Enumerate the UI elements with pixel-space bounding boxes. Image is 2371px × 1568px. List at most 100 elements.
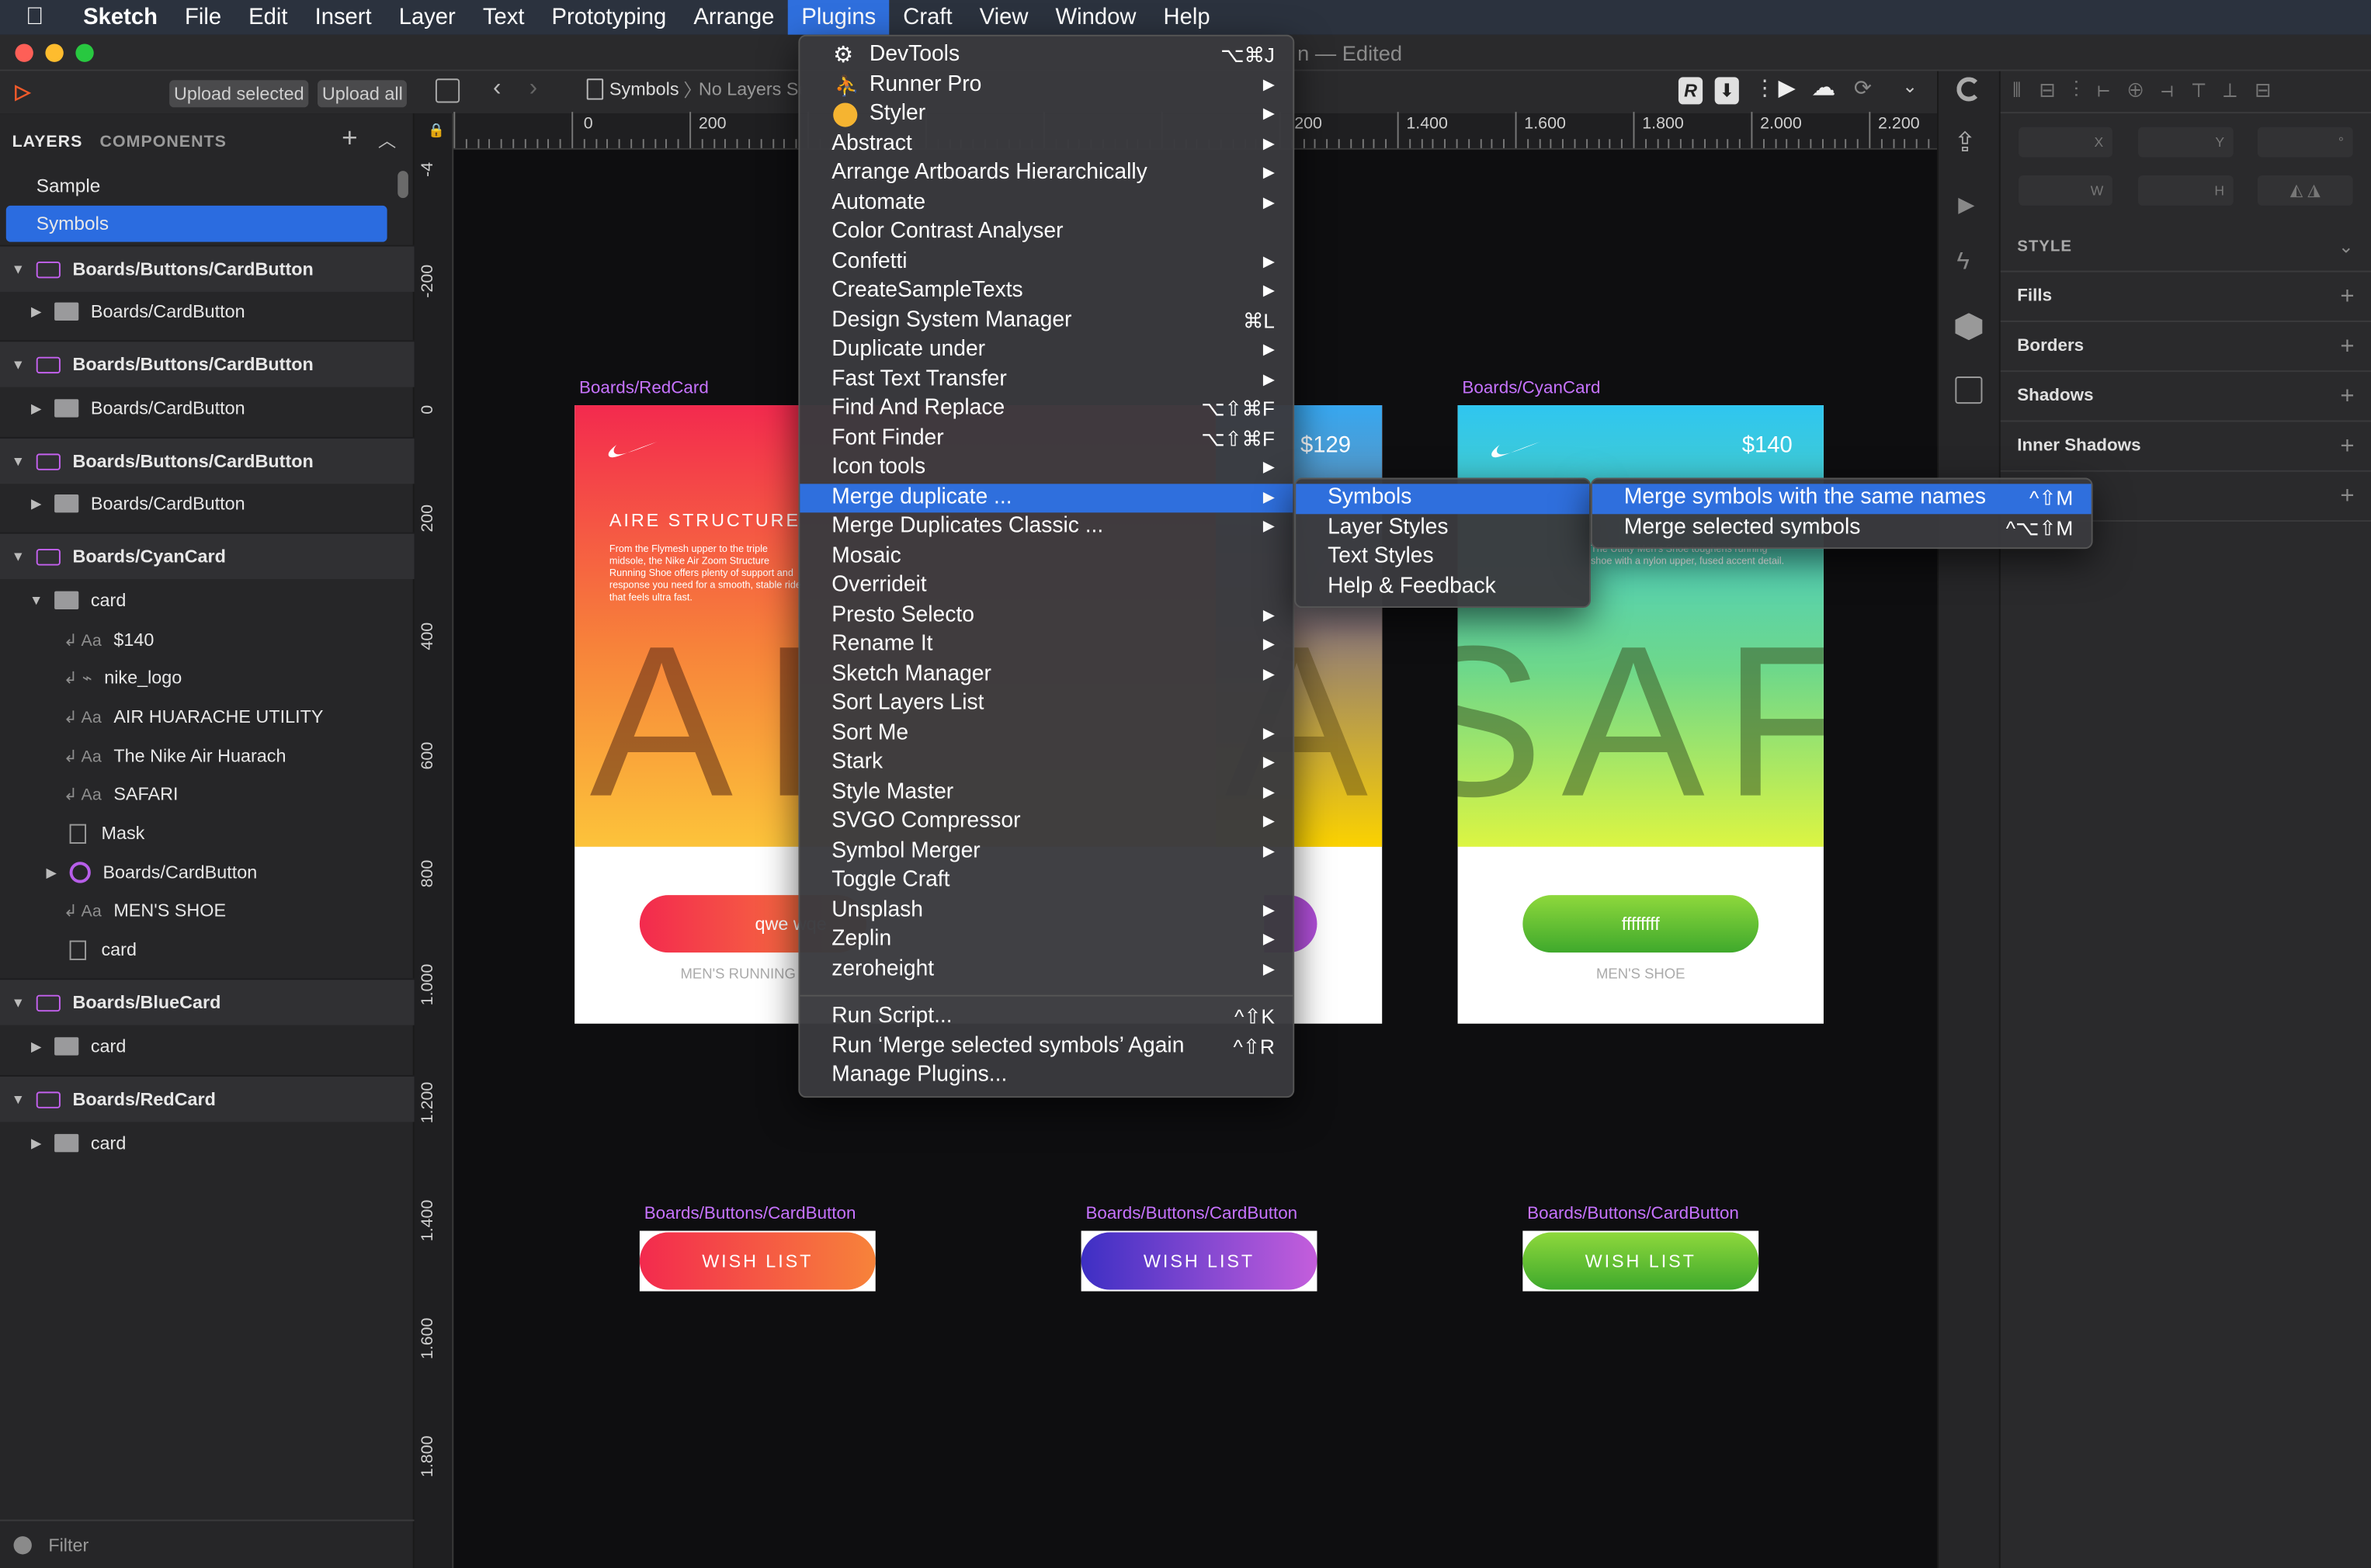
minimize-window-button[interactable] [45, 43, 64, 62]
add-border-icon[interactable]: + [2340, 322, 2354, 372]
layer-row[interactable]: ↲ Aa AIR HUARACHE UTILITY [0, 697, 415, 737]
menu-item-help-feedback[interactable]: Help & Feedback [1296, 572, 1589, 602]
style-section[interactable]: STYLE ⌄ [2000, 222, 2371, 272]
rotation-field[interactable]: ° [2257, 127, 2353, 158]
disclosure-triangle-icon[interactable]: ▼ [9, 995, 27, 1010]
cloud-icon[interactable]: ☁ [1811, 72, 1835, 102]
layer-row[interactable]: ▶ Boards/CardButton [0, 484, 415, 523]
menu-view[interactable]: View [966, 0, 1042, 35]
pages-scrollbar[interactable] [397, 171, 408, 199]
disclosure-triangle-icon[interactable]: ▼ [9, 549, 27, 564]
disclosure-triangle-icon[interactable]: ▶ [27, 400, 45, 416]
breadcrumb-layers[interactable]: No Layers Se [699, 78, 801, 99]
add-blur-icon[interactable]: + [2340, 472, 2354, 522]
menu-item-run-merge-selected-symbols-again[interactable]: Run ‘Merge selected symbols’ Again ^⇧R [800, 1032, 1293, 1061]
menu-item-fast-text-transfer[interactable]: Fast Text Transfer ▶ [800, 365, 1293, 394]
menu-prototyping[interactable]: Prototyping [538, 0, 680, 35]
menu-item-abstract[interactable]: Abstract ▶ [800, 130, 1293, 159]
runner-shortcut-icon[interactable]: R [1678, 77, 1703, 105]
cardbutton-artboard-1[interactable]: WISH LIST [639, 1230, 876, 1292]
menu-item-find-and-replace[interactable]: Find And Replace ⌥⇧⌘F [800, 394, 1293, 424]
menu-item-zeplin[interactable]: Zeplin ▶ [800, 925, 1293, 955]
layer-row[interactable]: ▶ card [0, 1027, 415, 1067]
page-item-sample[interactable]: Sample [0, 168, 387, 204]
menu-item-run-script[interactable]: Run Script... ^⇧K [800, 1002, 1293, 1032]
menu-item-stark[interactable]: Stark ▶ [800, 748, 1293, 778]
menu-item-font-finder[interactable]: Font Finder ⌥⇧⌘F [800, 424, 1293, 453]
menu-item-style-master[interactable]: Style Master ▶ [800, 778, 1293, 807]
menu-item-color-contrast-analyser[interactable]: Color Contrast Analyser [800, 217, 1293, 247]
menu-arrange[interactable]: Arrange [680, 0, 788, 35]
menu-item-sort-layers-list[interactable]: Sort Layers List [800, 689, 1293, 719]
menu-item-merge-selected-symbols[interactable]: Merge selected symbols ^⌥⇧M [1592, 513, 2092, 543]
menu-item-symbols[interactable]: Symbols [1296, 484, 1590, 514]
layer-row[interactable]: ▼ card [0, 581, 415, 620]
hexagon-icon[interactable] [1955, 313, 1983, 341]
lightning-icon[interactable]: ϟ [1956, 249, 1969, 276]
upload-selected-button[interactable]: Upload selected [169, 80, 309, 108]
width-field[interactable]: W [2019, 175, 2112, 206]
menu-item-presto-selecto[interactable]: Presto Selecto ▶ [800, 601, 1293, 630]
page-item-symbols[interactable]: Symbols [5, 205, 387, 242]
menu-item-layer-styles[interactable]: Layer Styles [1296, 513, 1589, 543]
layer-row[interactable]: ▶ Boards/CardButton [0, 853, 415, 893]
vertical-ruler[interactable]: 🔒 -4 -200 0 200 400 600 800 1.000 1.200 1.400 1.60… [414, 113, 454, 1568]
y-field[interactable]: Y [2138, 127, 2234, 158]
layer-row[interactable]: ▶ card [0, 1123, 415, 1163]
menu-item-zeroheight[interactable]: zeroheight ▶ [800, 955, 1293, 984]
plugin-logo-icon[interactable]: ▷ [15, 80, 36, 104]
menu-text[interactable]: Text [469, 0, 538, 35]
disclosure-triangle-icon[interactable]: ▼ [9, 453, 27, 468]
menu-item-toggle-craft[interactable]: Toggle Craft [800, 866, 1293, 896]
menu-item-styler[interactable]: Styler ▶ [800, 100, 1293, 130]
layer-row[interactable]: card [0, 930, 415, 970]
layer-row[interactable]: ▼ Boards/RedCard [0, 1074, 415, 1122]
flip-icons[interactable]: ◭ ◮ [2257, 175, 2353, 206]
x-field[interactable]: X [2019, 127, 2112, 158]
fills-section[interactable]: Fills + [2000, 272, 2371, 322]
layer-row[interactable]: ↲ Aa $140 [0, 620, 415, 660]
layer-row[interactable]: ▼ Boards/BlueCard [0, 978, 415, 1025]
menu-item-automate[interactable]: Automate ▶ [800, 189, 1293, 218]
disclosure-triangle-icon[interactable]: ▶ [27, 1038, 45, 1054]
layer-row[interactable]: ▼ Boards/Buttons/CardButton [0, 436, 415, 484]
menu-item-merge-duplicates-classic[interactable]: Merge Duplicates Classic ... ▶ [800, 512, 1293, 542]
play-icon[interactable]: ▶ [1958, 192, 1974, 217]
sync-icon[interactable]: ⟳ [1854, 75, 1872, 101]
cardbutton-artboard-3[interactable]: WISH LIST [1522, 1230, 1759, 1292]
menu-item-text-styles[interactable]: Text Styles [1296, 543, 1589, 572]
menu-layer[interactable]: Layer [385, 0, 469, 35]
grid-view-icon[interactable] [435, 78, 460, 103]
add-inner-shadow-icon[interactable]: + [2340, 421, 2354, 471]
menu-item-createsampletexts[interactable]: CreateSampleTexts ▶ [800, 276, 1293, 306]
breadcrumb-page[interactable]: Symbols [609, 78, 679, 99]
add-shadow-icon[interactable]: + [2340, 372, 2354, 421]
disclosure-triangle-icon[interactable]: ▶ [27, 304, 45, 320]
collapse-pages-icon[interactable]: ︿ [378, 127, 397, 153]
more-options-icon[interactable]: ⋮ [1754, 75, 1775, 101]
menu-item-overrideit[interactable]: Overrideit [800, 571, 1293, 601]
artboard-label-cyancard[interactable]: Boards/CyanCard [1462, 380, 1600, 397]
layer-row[interactable]: ▶ Boards/CardButton [0, 292, 415, 331]
menu-item-rename-it[interactable]: Rename It ▶ [800, 630, 1293, 660]
add-fill-icon[interactable]: + [2340, 272, 2354, 322]
disclosure-triangle-icon[interactable]: ▶ [27, 495, 45, 512]
menu-item-arrange-artboards-hierarchically[interactable]: Arrange Artboards Hierarchically ▶ [800, 159, 1293, 189]
apple-icon[interactable]:  [0, 4, 70, 31]
wish-list-button-purple[interactable]: WISH LIST [1081, 1232, 1317, 1290]
disclosure-triangle-icon[interactable]: ▶ [43, 864, 61, 880]
chevron-down-icon[interactable]: ⌄ [1902, 75, 1918, 96]
layer-row[interactable]: Mask [0, 813, 415, 853]
menu-item-duplicate-under[interactable]: Duplicate under ▶ [800, 335, 1293, 365]
wish-list-button-green[interactable]: WISH LIST [1522, 1232, 1759, 1290]
menu-item-confetti[interactable]: Confetti ▶ [800, 247, 1293, 276]
layer-row[interactable]: ↲ Aa MEN'S SHOE [0, 890, 415, 930]
upload-icon[interactable]: ⇪ [1953, 127, 1976, 159]
menu-item-mosaic[interactable]: Mosaic [800, 542, 1293, 571]
cardbutton-artboard-2[interactable]: WISH LIST [1081, 1230, 1317, 1292]
menu-item-devtools[interactable]: ⚙ DevTools ⌥⌘J [800, 41, 1293, 71]
layer-row[interactable]: ▼ Boards/Buttons/CardButton [0, 245, 415, 292]
menu-help[interactable]: Help [1150, 0, 1224, 35]
wish-list-button-red[interactable]: WISH LIST [639, 1232, 876, 1290]
layer-row[interactable]: ▶ Boards/CardButton [0, 389, 415, 428]
